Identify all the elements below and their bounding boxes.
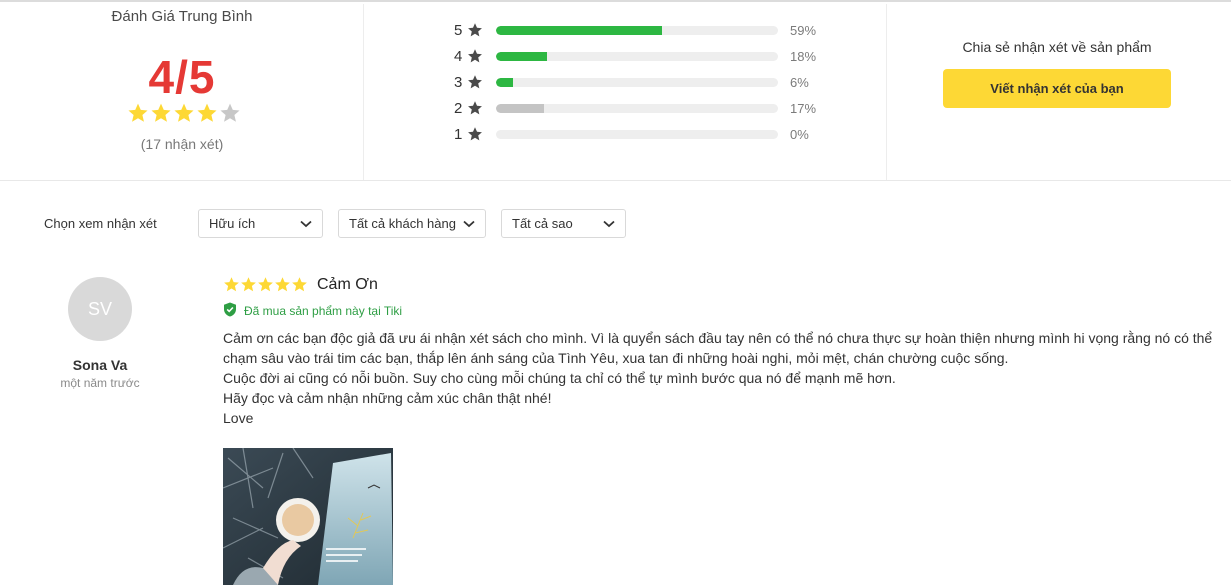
- rating-row-stars: 4: [454, 48, 463, 65]
- star-filled-icon: [196, 102, 218, 124]
- review-paragraph: Hãy đọc và cảm nhận những cảm xúc chân t…: [223, 390, 552, 406]
- review-count: (17 nhận xét): [140, 136, 224, 152]
- star-icon: [467, 74, 483, 90]
- rating-row-percent: 17%: [790, 101, 817, 116]
- star-icon: [467, 22, 483, 38]
- star-filled-icon: [291, 276, 308, 293]
- verified-purchase: Đã mua sản phẩm này tại Tiki: [223, 302, 402, 320]
- review-photo[interactable]: [223, 448, 393, 585]
- star-filled-icon: [150, 102, 172, 124]
- review-title: Cảm Ơn: [317, 276, 378, 293]
- reviewer-name: Sona Va: [72, 357, 128, 373]
- shield-check-icon: [223, 302, 237, 320]
- review-stars: [223, 276, 308, 293]
- star-filter-dropdown[interactable]: Tất cả sao: [501, 209, 626, 238]
- star-filled-icon: [274, 276, 291, 293]
- star-filled-icon: [223, 276, 240, 293]
- rating-row-stars: 2: [454, 100, 463, 117]
- rating-row-3: 3 6%: [450, 72, 830, 92]
- filter-label: Chọn xem nhận xét: [44, 216, 157, 231]
- verified-text: Đã mua sản phẩm này tại Tiki: [244, 304, 403, 318]
- average-rating-title: Đánh Giá Trung Bình: [111, 8, 253, 25]
- rating-row-stars: 1: [454, 126, 463, 143]
- avatar: SV: [68, 277, 132, 341]
- star-icon: [467, 48, 483, 64]
- rating-row-stars: 5: [454, 22, 463, 39]
- rating-summary: Đánh Giá Trung Bình 4/5 (17 nhận xét) 55…: [0, 2, 1231, 180]
- divider: [886, 4, 887, 180]
- rating-bar-fill: [496, 26, 663, 35]
- star-empty-icon: [219, 102, 241, 124]
- rating-row-4: 4 18%: [450, 46, 830, 66]
- rating-row-1: 1 0%: [450, 124, 830, 144]
- sort-dropdown-value: Hữu ích: [209, 216, 256, 231]
- share-review-text: Chia sẻ nhận xét về sản phẩm: [962, 39, 1152, 55]
- review-paragraph: Cảm ơn các bạn độc giả đã ưu ái nhận xét…: [223, 330, 1213, 366]
- average-stars: [127, 102, 241, 124]
- review-body: Cảm ơn các bạn độc giả đã ưu ái nhận xét…: [223, 328, 1227, 428]
- rating-bar: [496, 26, 778, 35]
- sort-dropdown[interactable]: Hữu ích: [198, 209, 323, 238]
- average-score: 4/5: [148, 51, 216, 103]
- star-filled-icon: [257, 276, 274, 293]
- rating-row-5: 5 59%: [450, 20, 830, 40]
- divider: [363, 4, 364, 180]
- star-filled-icon: [173, 102, 195, 124]
- chevron-down-icon: [300, 220, 312, 228]
- review-time: một năm trước: [60, 376, 140, 390]
- rating-bar-fill: [496, 104, 544, 113]
- rating-row-percent: 6%: [790, 75, 809, 90]
- rating-bar: [496, 78, 778, 87]
- star-icon: [467, 126, 483, 142]
- rating-bar-fill: [496, 52, 547, 61]
- rating-row-stars: 3: [454, 74, 463, 91]
- rating-row-percent: 0%: [790, 127, 809, 142]
- star-filled-icon: [240, 276, 257, 293]
- rating-bar: [496, 52, 778, 61]
- rating-bar-fill: [496, 78, 513, 87]
- customer-filter-value: Tất cả khách hàng: [349, 216, 456, 231]
- rating-row-percent: 59%: [790, 23, 817, 38]
- review-paragraph: Love: [223, 410, 254, 426]
- rating-row-percent: 18%: [790, 49, 817, 64]
- divider: [0, 180, 1231, 181]
- chevron-down-icon: [603, 220, 615, 228]
- chevron-down-icon: [463, 220, 475, 228]
- customer-filter-dropdown[interactable]: Tất cả khách hàng: [338, 209, 486, 238]
- star-filled-icon: [127, 102, 149, 124]
- star-filter-value: Tất cả sao: [512, 216, 573, 231]
- review-paragraph: Cuộc đời ai cũng có nỗi buồn. Suy cho cù…: [223, 370, 896, 386]
- rating-row-2: 2 17%: [450, 98, 830, 118]
- write-review-button[interactable]: Viết nhận xét của bạn: [943, 69, 1171, 108]
- rating-bar: [496, 130, 778, 139]
- star-icon: [467, 100, 483, 116]
- rating-bar: [496, 104, 778, 113]
